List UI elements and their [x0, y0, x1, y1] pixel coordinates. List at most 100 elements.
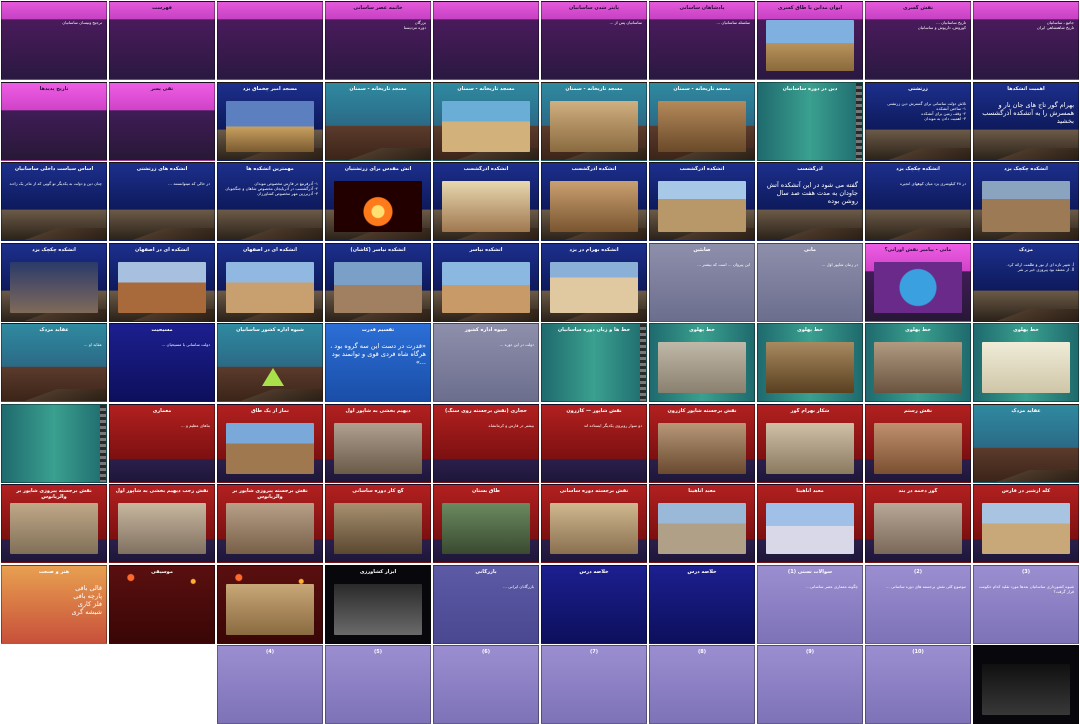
slide-body-text: دو سوار روبروی یکدیگر ایستاده اند [583, 422, 642, 428]
slide-thumbnail[interactable]: نقش برجسته پیروزی شاپور بر والریانوس [1, 484, 107, 563]
slide-thumbnail[interactable]: (4) [217, 645, 323, 724]
slide-thumbnail[interactable]: معبد آناهیتا [757, 484, 863, 563]
slide-thumbnail[interactable]: ترجیح ونیسان ساسانیان [1, 1, 107, 80]
slide-thumbnail[interactable] [217, 564, 323, 644]
slide-thumbnail[interactable]: آتشکده آذرگشسب [541, 162, 647, 241]
slide-thumbnail[interactable]: تقسیم قدرت «قدرت در دست این سه گروه بود ،… [325, 323, 431, 402]
slide-thumbnail[interactable]: دیهیم بخشی به شاپور اول [325, 403, 431, 483]
slide-thumbnail[interactable]: آتشکده آذرگشسب [433, 162, 539, 241]
slide-thumbnail[interactable]: خاتمه عصر ساسانی بزرگان دوره مزدیسنا [325, 1, 431, 80]
slide-thumbnail[interactable]: نقش شاپور — کازرون دو سوار روبروی یکدیگر … [541, 403, 647, 483]
slide-thumbnail[interactable]: مسجد تاریخانه - سمنان [325, 81, 431, 161]
slide-thumbnail[interactable]: آتشکده های زرتشتی در حالی که میتوانستند .… [109, 162, 215, 241]
slide-thumbnail[interactable]: مانی - پیامبر نقش آورانی؟ [865, 242, 971, 322]
slide-thumbnail[interactable]: (6) [433, 645, 539, 724]
slide-body-text: بیشتر در فارس و کرمانشاه [488, 422, 534, 428]
slide-thumbnail[interactable]: اساس سیاست داخلی ساسانیان چنان دین و دولت… [1, 162, 107, 241]
slide-thumbnail[interactable]: حجاری (نقش برجسته روی سنگ) بیشتر در فارس … [433, 403, 539, 483]
slide-thumbnail[interactable]: زرتشتی تلاش دولت ساسانی برای گسترش دین زر… [865, 81, 971, 161]
slide-thumbnail[interactable]: (3) شیوه کشورداری ساسانیان بعدها مورد تقل… [973, 564, 1079, 644]
slide-thumbnail[interactable]: آذرگشسب گفته می شود در این آتشکده آتش جاو… [757, 162, 863, 241]
slide-thumbnail[interactable]: گچ کار دوره ساسانی [325, 484, 431, 563]
slide-thumbnail[interactable]: خط پهلوی [757, 323, 863, 402]
slide-thumbnail[interactable]: پادشاهان ساسانی سلسله ساسانیان ... [649, 1, 755, 80]
slide-thumbnail[interactable]: نقش رجب دیهیم بخشی به شاپور اول [109, 484, 215, 563]
slide-thumbnail[interactable]: (2) موضوع کلی نقش برجسته های دوره ساسانی … [865, 564, 971, 644]
slide-thumbnail[interactable]: مسجد امیر چخماق یزد [217, 81, 323, 161]
slide-title: خاتمه عصر ساسانی [353, 5, 403, 11]
slide-thumbnail[interactable]: خلاصه درس [649, 564, 755, 644]
slide-thumbnail[interactable]: (8) [649, 645, 755, 724]
slide-thumbnail[interactable]: خط ها و زبان دوره ساسانیان [541, 323, 647, 402]
slide-thumbnail[interactable]: موسیقی [109, 564, 215, 644]
slide-thumbnail[interactable]: بازرگانی بازرگانان ایرانی ... [433, 564, 539, 644]
slide-thumbnail[interactable]: نماز از یک طاق [217, 403, 323, 483]
slide-thumbnail[interactable]: آتشکده چکچک یزد [1, 242, 107, 322]
slide-thumbnail[interactable]: نقش رستم [865, 403, 971, 483]
slide-thumbnail[interactable]: نقش برجسته دوره ساسانی [541, 484, 647, 563]
slide-thumbnail[interactable]: معماری بناهای عظیم و ... [109, 403, 215, 483]
slide-body-text: در حالی که میتوانستند ... [168, 181, 210, 186]
slide-thumbnail[interactable]: نقش برجسته شاپور کازرون [649, 403, 755, 483]
slide-thumbnail[interactable]: مسجد تاریخانه - سمنان [649, 81, 755, 161]
slide-thumbnail[interactable]: مهمترین آتشکده ها ۱- آذرفرنبغ در فارس مخص… [217, 162, 323, 241]
slide-thumbnail[interactable]: فهرست [109, 1, 215, 80]
slide-thumbnail[interactable]: دین در دوره ساسانیان [757, 81, 863, 161]
slide-title: نقش رستم [903, 407, 933, 414]
slide-thumbnail[interactable]: صابئین این پیروان ... است که بیشتر ... [649, 242, 755, 322]
slide-photo [658, 181, 746, 232]
slide-thumbnail[interactable] [1, 403, 107, 483]
slide-title: حجاری (نقش برجسته روی سنگ) [444, 407, 528, 414]
slide-thumbnail[interactable]: (5) [325, 645, 431, 724]
slide-thumbnail[interactable] [433, 1, 539, 80]
slide-thumbnail[interactable]: گور دخمه در بند [865, 484, 971, 563]
slide-thumbnail[interactable]: جامع ـ ساسانیان تاریخ شاهنشاهی ایران [973, 1, 1079, 80]
slide-thumbnail[interactable]: مسجد تاریخانه - سمنان [433, 81, 539, 161]
slide-thumbnail[interactable]: آتشکده چکچک یزد [973, 162, 1079, 241]
slide-thumbnail[interactable]: نقش گسری تاریخ ساسانیان ... کوروش، داریوش… [865, 1, 971, 80]
slide-thumbnail[interactable]: تاریخ پدیدها [1, 81, 107, 161]
slide-thumbnail[interactable]: آتش مقدس برای زرتشتیان [325, 162, 431, 241]
slide-thumbnail[interactable]: (10) [865, 645, 971, 724]
slide-thumbnail[interactable]: تقی پسر [109, 81, 215, 161]
slide-thumbnail[interactable]: عقاید مزدک عقاید او ... [1, 323, 107, 402]
slide-thumbnail[interactable]: عقاید مزدک [973, 403, 1079, 483]
slide-thumbnail[interactable]: خط پهلوی [649, 323, 755, 402]
slide-thumbnail[interactable]: سوالات تستی (1) چگونه معماری عصر ساسانی..… [757, 564, 863, 644]
slide-thumbnail[interactable]: معبد آناهیتا [649, 484, 755, 563]
slide-title: مسیحیت [151, 327, 173, 333]
slide-thumbnail[interactable]: طاق بستان [433, 484, 539, 563]
slide-thumbnail[interactable]: مزدک I. تغییر تازه ای از نور و ظلمت ارائه… [973, 242, 1079, 322]
slide-thumbnail[interactable]: شیوه اداره کشور دولت در این دوره ... [433, 323, 539, 402]
slide-thumbnail[interactable]: شیوه اداره کشور ساسانیان [217, 323, 323, 402]
slide-thumbnail[interactable]: خط پهلوی [973, 323, 1079, 402]
slide-thumbnail[interactable]: مسیحیت دولت ساسانی با مسیحیان ... [109, 323, 215, 402]
slide-thumbnail[interactable]: مسجد تاریخانه - سمنان [541, 81, 647, 161]
slide-thumbnail[interactable]: هنر و صنعت قالی بافی پارچه بافی فلز کاری … [1, 564, 107, 644]
slide-thumbnail[interactable]: (9) [757, 645, 863, 724]
slide-thumbnail[interactable]: آتشکده نیاسر [433, 242, 539, 322]
slide-thumbnail[interactable]: آتشکده نیاسر (کاشان) [325, 242, 431, 322]
slide-thumbnail[interactable]: اهمیت آتشکدها بهرام گور تاج های جان نار و… [973, 81, 1079, 161]
slide-title: آتشکده نیاسر [469, 246, 503, 253]
slide-thumbnail[interactable]: خط پهلوی [865, 323, 971, 402]
slide-thumbnail[interactable]: نقش برجسته پیروزی شاپور بر والریانوس [217, 484, 323, 563]
slide-thumbnail[interactable]: شکار بهرام گور [757, 403, 863, 483]
slide-thumbnail[interactable]: خلاصه درس [541, 564, 647, 644]
slide-thumbnail[interactable]: آتشکده ای در اصفهان [109, 242, 215, 322]
slide-thumbnail[interactable]: آتشکده بهرام در یزد [541, 242, 647, 322]
slide-thumbnail[interactable]: ابزار کشاورزی [325, 564, 431, 644]
slide-thumbnail[interactable]: (7) [541, 645, 647, 724]
slide-thumbnail[interactable] [217, 1, 323, 80]
slide-thumbnail[interactable]: آتشکده ای در اصفهان [217, 242, 323, 322]
slide-thumbnail[interactable]: آتشکده آذرگشسب [649, 162, 755, 241]
slide-thumbnail[interactable]: مانی در زمان شاپور اول ... [757, 242, 863, 322]
slide-thumbnail[interactable] [973, 645, 1079, 724]
slide-body-text: در زمان شاپور اول ... [821, 261, 858, 267]
slide-thumbnail[interactable]: پایتر شدن ساسانیان ساسانیان پس از ... [541, 1, 647, 80]
slide-title: زرتشتی [908, 85, 928, 92]
slide-thumbnail[interactable]: کله ارشیر در فارس [973, 484, 1079, 563]
slide-thumbnail[interactable]: ایوان مداین یا طاق کسری [757, 1, 863, 80]
slide-thumbnail[interactable]: آتشکده چکچک یزد در ۴۸ کیلومتری یزد میان ک… [865, 162, 971, 241]
slide-photo [334, 422, 422, 474]
